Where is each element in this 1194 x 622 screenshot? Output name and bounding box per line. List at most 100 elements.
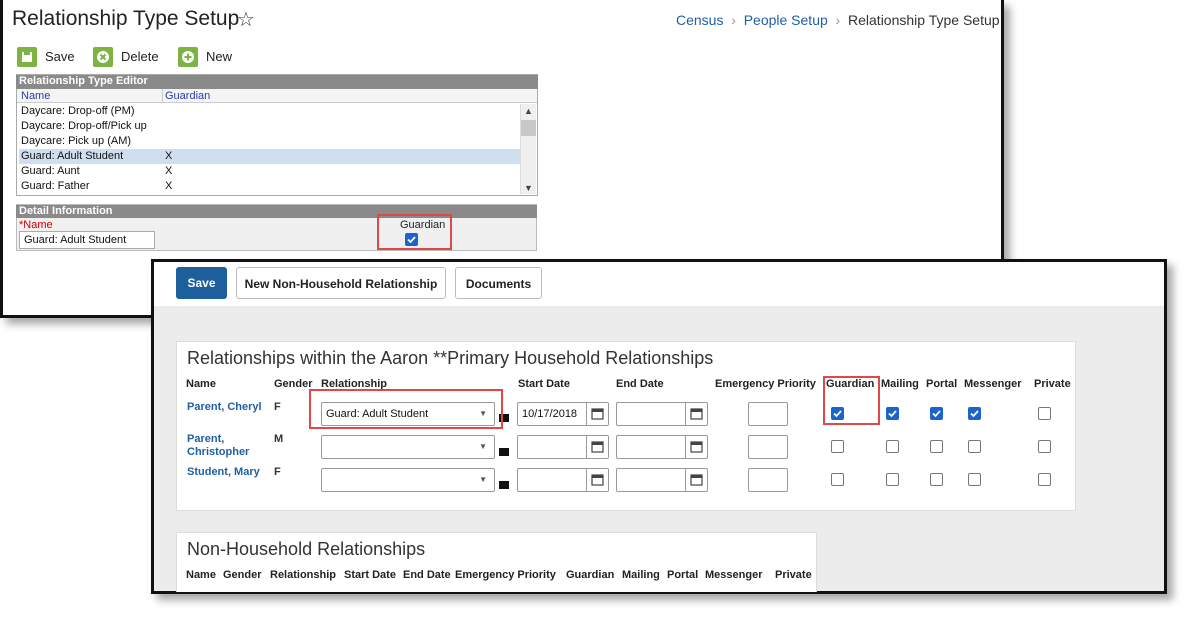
editor-column-header (17, 89, 537, 103)
new-button[interactable]: New (206, 49, 232, 64)
col-name: Name (186, 378, 216, 390)
column-guardian[interactable]: Guardian (165, 90, 210, 102)
save-button[interactable]: Save (176, 267, 227, 299)
col-end-date: End Date (616, 378, 664, 390)
gender-value: M (274, 433, 284, 445)
col-messenger: Messenger (705, 569, 763, 581)
save-button[interactable]: Save (45, 49, 75, 64)
emergency-priority-input[interactable] (748, 435, 788, 459)
col-portal: Portal (667, 569, 699, 581)
col-private: Private (1034, 378, 1071, 390)
list-item[interactable]: Daycare: Pick up (AM) (19, 134, 520, 149)
mailing-checkbox[interactable] (886, 473, 899, 486)
portal-checkbox[interactable] (930, 440, 943, 453)
comment-icon[interactable] (499, 448, 509, 456)
breadcrumb-chevron-icon: › (831, 12, 845, 28)
calendar-icon[interactable] (587, 435, 609, 459)
col-start-date: Start Date (344, 569, 396, 581)
end-date-input[interactable] (616, 402, 686, 426)
private-checkbox[interactable] (1038, 407, 1051, 420)
column-divider (162, 89, 163, 103)
comment-icon[interactable] (499, 481, 509, 489)
save-icon[interactable] (17, 47, 37, 67)
relationship-select[interactable]: ▼ (321, 468, 495, 492)
scroll-up-icon[interactable]: ▲ (524, 106, 533, 116)
col-emergency-priority: Emergency Priority (455, 569, 556, 581)
start-date-input[interactable] (517, 435, 587, 459)
breadcrumb: Census › People Setup › Relationship Typ… (676, 12, 1000, 28)
col-gender: Gender (274, 378, 313, 390)
col-mailing: Mailing (622, 569, 660, 581)
messenger-checkbox[interactable] (968, 473, 981, 486)
list-item[interactable]: Guard: Father X (19, 179, 520, 194)
scrollbar-thumb[interactable] (521, 120, 536, 136)
list-scrollbar[interactable] (520, 104, 536, 194)
col-guardian: Guardian (566, 569, 615, 581)
list-item[interactable]: Guard: Aunt X (19, 164, 520, 179)
page-title: Relationship Type Setup (12, 7, 240, 30)
messenger-checkbox[interactable] (968, 407, 981, 420)
end-date-input[interactable] (616, 468, 686, 492)
calendar-icon[interactable] (587, 468, 609, 492)
delete-button[interactable]: Delete (121, 49, 159, 64)
scroll-down-icon[interactable]: ▼ (524, 183, 533, 193)
list-item-selected[interactable]: Guard: Adult Student X (19, 149, 520, 164)
person-link-cheryl[interactable]: Parent, Cheryl (187, 401, 271, 414)
calendar-icon[interactable] (686, 435, 708, 459)
detail-header: Detail Information (16, 205, 537, 218)
col-name: Name (186, 569, 216, 581)
breadcrumb-people-setup[interactable]: People Setup (744, 12, 828, 28)
mailing-checkbox[interactable] (886, 407, 899, 420)
calendar-icon[interactable] (587, 402, 609, 426)
breadcrumb-census[interactable]: Census (676, 12, 723, 28)
col-private: Private (775, 569, 812, 581)
name-label: *Name (19, 219, 53, 231)
relationship-select[interactable]: ▼ (321, 435, 495, 459)
list-item[interactable]: Daycare: Drop-off (PM) (19, 104, 520, 119)
breadcrumb-chevron-icon: › (727, 12, 740, 28)
delete-icon[interactable] (93, 47, 113, 67)
calendar-icon[interactable] (686, 468, 708, 492)
highlight-box (823, 376, 880, 425)
start-date-input[interactable] (517, 468, 587, 492)
editor-header: Relationship Type Editor (16, 75, 538, 89)
portal-checkbox[interactable] (930, 473, 943, 486)
col-start-date: Start Date (518, 378, 570, 390)
col-messenger: Messenger (964, 378, 1022, 390)
private-checkbox[interactable] (1038, 440, 1051, 453)
guardian-checkbox[interactable] (831, 440, 844, 453)
list-item[interactable]: Daycare: Drop-off/Pick up (19, 119, 520, 134)
plus-icon[interactable] (178, 47, 198, 67)
star-icon[interactable]: ☆ (237, 7, 255, 32)
section-title: Non-Household Relationships (187, 539, 426, 559)
name-field[interactable]: Guard: Adult Student (19, 231, 155, 249)
col-mailing: Mailing (881, 378, 919, 390)
person-link-mary[interactable]: Student, Mary (187, 466, 271, 479)
portal-checkbox[interactable] (930, 407, 943, 420)
private-checkbox[interactable] (1038, 473, 1051, 486)
dropdown-arrow-icon: ▼ (479, 475, 487, 484)
guardian-checkbox[interactable] (831, 473, 844, 486)
person-link-christopher[interactable]: Parent, Christopher (187, 433, 271, 459)
new-non-household-relationship-button[interactable]: New Non-Household Relationship (236, 267, 446, 299)
calendar-icon[interactable] (686, 402, 708, 426)
column-name[interactable]: Name (21, 90, 50, 102)
gender-value: F (274, 401, 281, 413)
highlight-box (377, 214, 452, 250)
gender-value: F (274, 466, 281, 478)
col-relationship: Relationship (270, 569, 337, 581)
highlight-box (309, 389, 503, 429)
col-portal: Portal (926, 378, 958, 390)
emergency-priority-input[interactable] (748, 468, 788, 492)
mailing-checkbox[interactable] (886, 440, 899, 453)
emergency-priority-input[interactable] (748, 402, 788, 426)
start-date-input[interactable]: 10/17/2018 (517, 402, 587, 426)
messenger-checkbox[interactable] (968, 440, 981, 453)
col-emergency-priority: Emergency Priority (715, 378, 816, 390)
end-date-input[interactable] (616, 435, 686, 459)
col-gender: Gender (223, 569, 262, 581)
col-end-date: End Date (403, 569, 451, 581)
section-title: Relationships within the Aaron **Primary… (187, 348, 714, 368)
documents-button[interactable]: Documents (455, 267, 542, 299)
dropdown-arrow-icon: ▼ (479, 442, 487, 451)
